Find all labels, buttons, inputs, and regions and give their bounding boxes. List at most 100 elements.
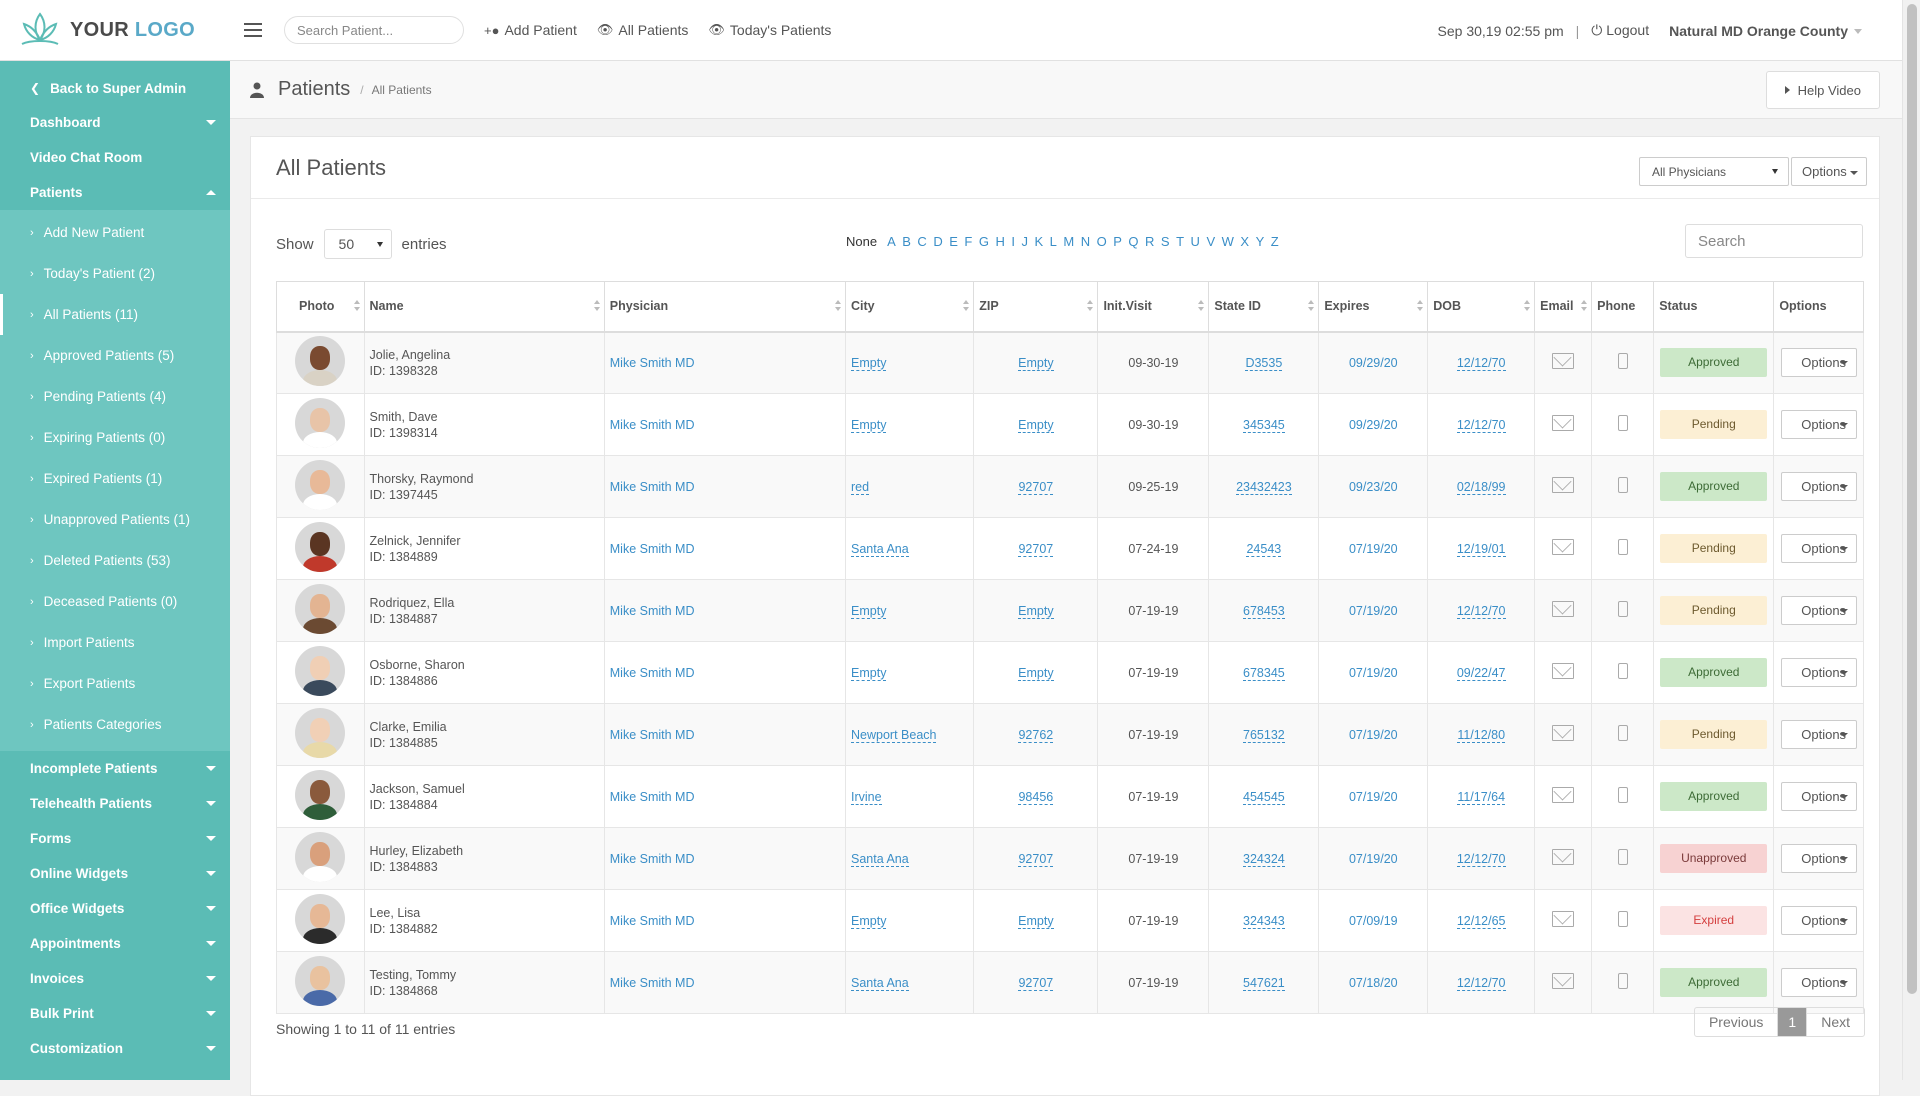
state-id-editable[interactable]: D3535	[1245, 355, 1283, 371]
alpha-w[interactable]: W	[1222, 234, 1234, 249]
physician-select[interactable]: All Physicians	[1639, 157, 1789, 186]
all-patients-link[interactable]: 👁 All Patients	[597, 22, 689, 38]
alpha-h[interactable]: H	[995, 234, 1004, 249]
row-options-button[interactable]: Options	[1780, 782, 1857, 811]
zip-editable[interactable]: 92707	[1018, 479, 1054, 495]
row-options-button[interactable]: Options	[1780, 472, 1857, 501]
alpha-m[interactable]: M	[1063, 234, 1074, 249]
city-editable[interactable]: Santa Ana	[851, 541, 909, 557]
phone-icon[interactable]	[1617, 353, 1628, 370]
phone-icon[interactable]	[1617, 973, 1628, 989]
logout-link[interactable]: ⏻ Logout	[1591, 22, 1649, 39]
zip-editable[interactable]: 98456	[1018, 789, 1054, 805]
sidebar-item-telehealth-patients[interactable]: Telehealth Patients	[0, 786, 230, 821]
alpha-v[interactable]: V	[1206, 234, 1215, 249]
expires-value[interactable]: 07/19/20	[1349, 728, 1398, 742]
column-header-city[interactable]: City	[845, 281, 975, 333]
state-id-editable[interactable]: 678453	[1243, 603, 1285, 619]
column-header-photo[interactable]: Photo	[276, 281, 365, 333]
sidebar-item-patients[interactable]: Patients	[0, 175, 230, 210]
todays-patients-link[interactable]: 👁 Today's Patients	[708, 22, 831, 38]
sort-icon[interactable]	[1524, 300, 1531, 312]
alpha-q[interactable]: Q	[1128, 234, 1138, 249]
zip-editable[interactable]: Empty	[1018, 913, 1054, 929]
sort-icon[interactable]	[1417, 300, 1424, 312]
help-video-button[interactable]: Help Video	[1765, 71, 1880, 109]
state-id-editable[interactable]: 23432423	[1236, 479, 1292, 495]
alpha-j[interactable]: J	[1021, 234, 1028, 249]
sort-icon[interactable]	[353, 300, 360, 312]
back-to-super-admin[interactable]: ❮ Back to Super Admin	[0, 61, 230, 105]
sort-icon[interactable]	[1198, 300, 1205, 312]
sidebar-item-online-widgets[interactable]: Online Widgets	[0, 856, 230, 891]
sidebar-subitem-export-patients[interactable]: › Export Patients	[0, 663, 230, 704]
mail-icon[interactable]	[1552, 849, 1575, 865]
physician-link[interactable]: Mike Smith MD	[610, 976, 695, 990]
patient-name[interactable]: Jackson, Samuel	[370, 781, 604, 797]
sidebar-item-appointments[interactable]: Appointments	[0, 926, 230, 961]
patient-name[interactable]: Jolie, Angelina	[370, 347, 604, 363]
city-editable[interactable]: Empty	[851, 913, 887, 929]
physician-link[interactable]: Mike Smith MD	[610, 542, 695, 556]
sidebar-subitem-approved-patients-5[interactable]: › Approved Patients (5)	[0, 335, 230, 376]
sidebar-item-video-chat-room[interactable]: Video Chat Room	[0, 140, 230, 175]
alpha-d[interactable]: D	[933, 234, 942, 249]
column-header-state-id[interactable]: State ID	[1208, 281, 1320, 333]
sidebar-subitem-today-s-patient-2[interactable]: › Today's Patient (2)	[0, 253, 230, 294]
mail-icon[interactable]	[1552, 353, 1575, 370]
row-options-button[interactable]: Options	[1780, 658, 1857, 687]
column-header-expires[interactable]: Expires	[1318, 281, 1429, 333]
city-editable[interactable]: Empty	[851, 417, 887, 433]
expires-value[interactable]: 07/19/20	[1349, 604, 1398, 618]
city-editable[interactable]: Newport Beach	[851, 727, 937, 743]
alpha-o[interactable]: O	[1097, 234, 1107, 249]
dob-editable[interactable]: 12/12/70	[1456, 603, 1506, 619]
zip-editable[interactable]: Empty	[1018, 355, 1054, 371]
sidebar-item-office-widgets[interactable]: Office Widgets	[0, 891, 230, 926]
state-id-editable[interactable]: 547621	[1243, 975, 1285, 991]
sort-icon[interactable]	[963, 300, 970, 312]
next-page-button[interactable]: Next	[1807, 1008, 1864, 1036]
sidebar-subitem-all-patients-11[interactable]: › All Patients (11)	[0, 294, 230, 335]
patient-name[interactable]: Testing, Tommy	[370, 967, 604, 983]
phone-icon[interactable]	[1617, 601, 1628, 617]
mail-icon[interactable]	[1552, 973, 1575, 989]
city-editable[interactable]: Empty	[851, 603, 887, 619]
alpha-i[interactable]: I	[1011, 234, 1015, 249]
phone-icon[interactable]	[1617, 787, 1628, 803]
alpha-a[interactable]: A	[887, 234, 896, 249]
sort-icon[interactable]	[593, 300, 600, 312]
sidebar-subitem-patients-categories[interactable]: › Patients Categories	[0, 704, 230, 745]
sort-icon[interactable]	[1581, 300, 1588, 312]
mail-icon[interactable]	[1552, 787, 1575, 803]
phone-icon[interactable]	[1617, 849, 1628, 865]
physician-link[interactable]: Mike Smith MD	[610, 666, 695, 680]
patient-name[interactable]: Hurley, Elizabeth	[370, 843, 604, 859]
expires-value[interactable]: 07/19/20	[1349, 542, 1398, 556]
phone-icon[interactable]	[1617, 539, 1628, 555]
sidebar-subitem-deleted-patients-53[interactable]: › Deleted Patients (53)	[0, 540, 230, 581]
alpha-t[interactable]: T	[1176, 234, 1184, 249]
row-options-button[interactable]: Options	[1780, 720, 1857, 749]
patient-name[interactable]: Rodriquez, Ella	[370, 595, 604, 611]
phone-icon[interactable]	[1617, 911, 1628, 927]
mail-icon[interactable]	[1552, 601, 1575, 617]
physician-link[interactable]: Mike Smith MD	[610, 356, 695, 370]
dob-editable[interactable]: 12/12/70	[1456, 975, 1506, 991]
phone-icon[interactable]	[1617, 415, 1628, 431]
state-id-editable[interactable]: 454545	[1243, 789, 1285, 805]
physician-link[interactable]: Mike Smith MD	[610, 480, 695, 494]
alpha-z[interactable]: Z	[1271, 234, 1279, 249]
patient-name[interactable]: Smith, Dave	[370, 409, 604, 425]
column-header-options[interactable]: Options	[1773, 281, 1864, 333]
sidebar-item-incomplete-patients[interactable]: Incomplete Patients	[0, 751, 230, 786]
physician-link[interactable]: Mike Smith MD	[610, 790, 695, 804]
patient-name[interactable]: Lee, Lisa	[370, 905, 604, 921]
sidebar-subitem-add-new-patient[interactable]: › Add New Patient	[0, 212, 230, 253]
physician-link[interactable]: Mike Smith MD	[610, 418, 695, 432]
dob-editable[interactable]: 09/22/47	[1456, 665, 1506, 681]
dob-editable[interactable]: 11/17/64	[1457, 789, 1506, 805]
alpha-g[interactable]: G	[979, 234, 989, 249]
expires-value[interactable]: 09/23/20	[1349, 480, 1398, 494]
zip-editable[interactable]: Empty	[1018, 603, 1054, 619]
